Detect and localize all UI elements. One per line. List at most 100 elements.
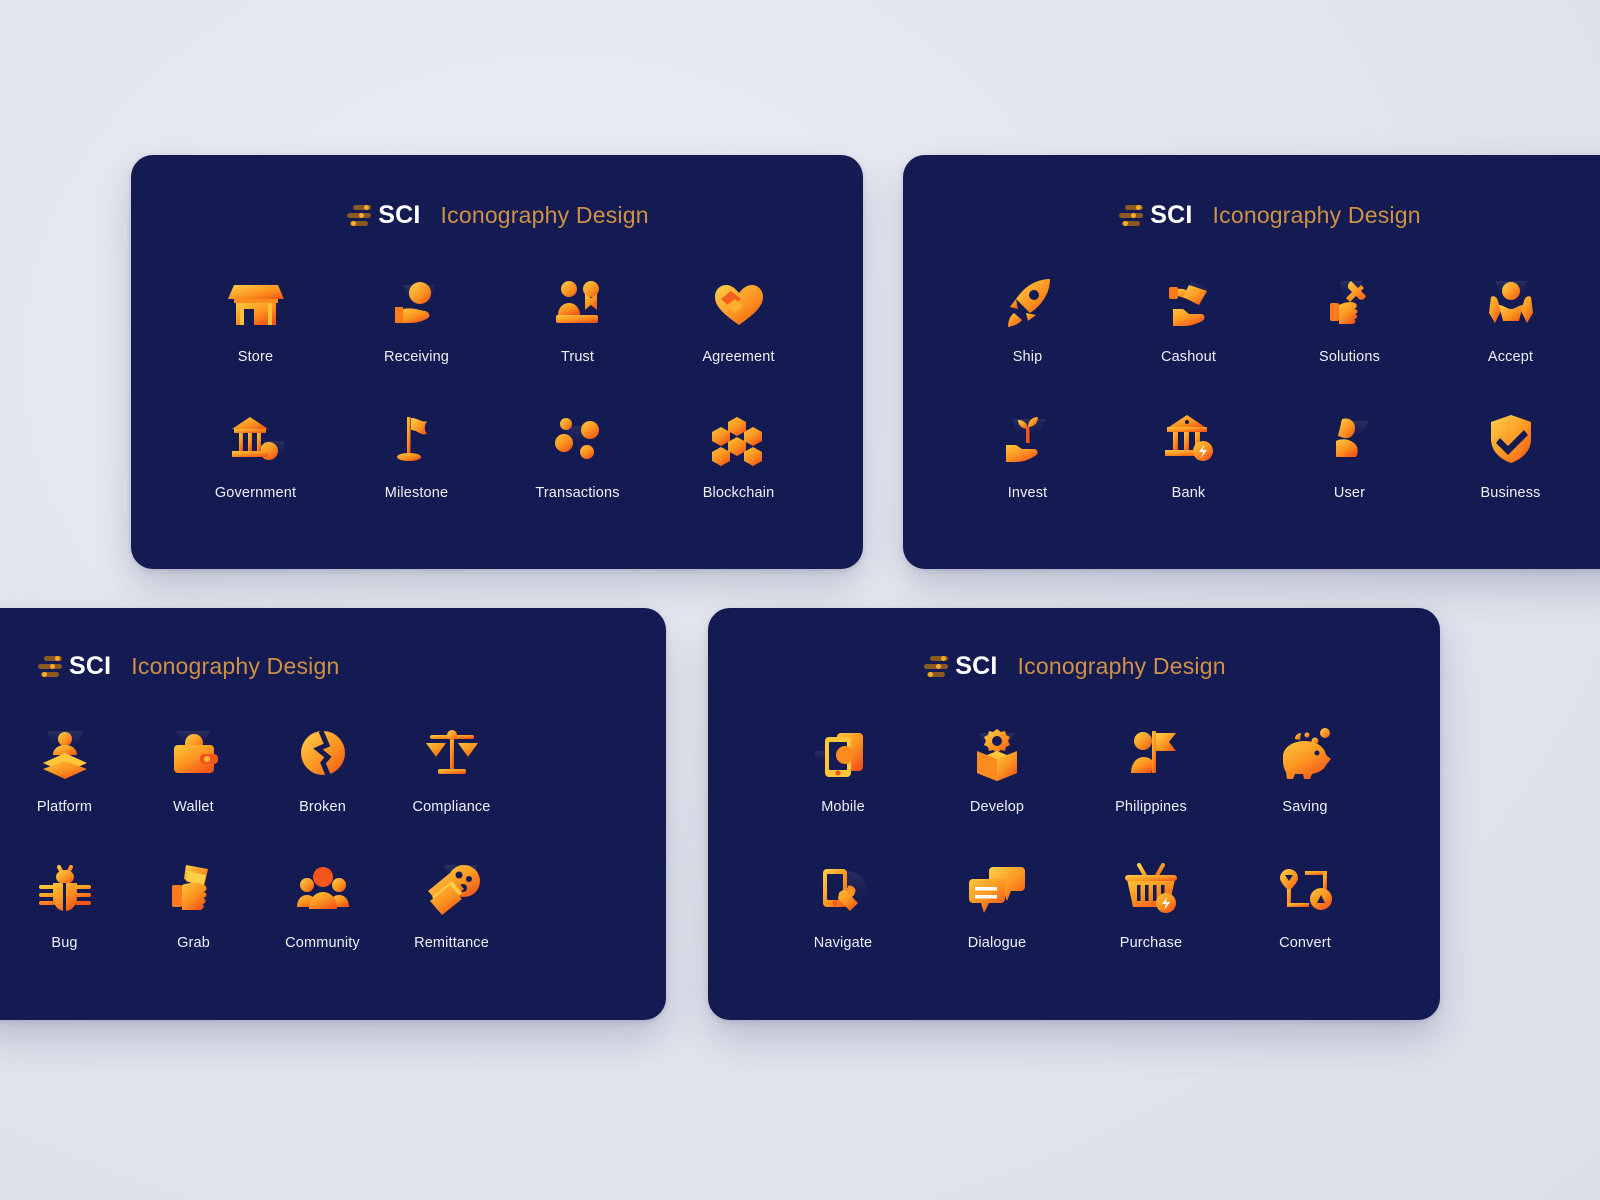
icon-item-grab[interactable]: Grab xyxy=(129,857,258,951)
icon-item-receiving[interactable]: Receiving xyxy=(336,271,497,365)
icon-item-trust[interactable]: Trust xyxy=(497,271,658,365)
icon-item-store[interactable]: Store xyxy=(175,271,336,365)
grab-hand-cash-icon xyxy=(162,857,226,921)
icon-item-wallet[interactable]: Wallet xyxy=(129,721,258,815)
icon-label: Philippines xyxy=(1115,799,1187,815)
icon-item-navigate[interactable]: Navigate xyxy=(766,857,920,951)
poster-canvas: SCI Iconography Design Store Receiving Tru… xyxy=(0,0,1600,1200)
icon-item-dialogue[interactable]: Dialogue xyxy=(920,857,1074,951)
icon-label: Mobile xyxy=(821,799,865,815)
icon-label: Develop xyxy=(969,799,1025,815)
icon-label: Saving xyxy=(1282,799,1328,815)
icon-item-milestone[interactable]: Milestone xyxy=(336,407,497,501)
card-title: Iconography Design xyxy=(1017,652,1226,679)
icon-label: Milestone xyxy=(384,485,449,501)
icon-item-transactions[interactable]: Transactions xyxy=(497,407,658,501)
broken-coin-icon xyxy=(291,721,355,785)
icon-label: Community xyxy=(285,935,360,951)
icon-item-community[interactable]: Community xyxy=(258,857,387,951)
brand: SCI xyxy=(345,202,420,228)
icon-label: Transactions xyxy=(535,485,620,501)
milestone-flag-icon xyxy=(385,407,449,471)
icon-card-1: SCI Iconography Design Store Receiving Tru… xyxy=(131,155,863,569)
icon-card-3: SCI Iconography Design Platform Wallet Bro… xyxy=(0,608,666,1020)
icon-item-convert[interactable]: Convert xyxy=(1228,857,1382,951)
icon-item-remittance[interactable]: Remittance xyxy=(387,857,516,951)
card-header: SCI Iconography Design xyxy=(903,202,1600,228)
icon-label: Platform xyxy=(36,799,93,815)
icon-grid: Platform Wallet Broken Compliance Bug Grab Com… xyxy=(0,721,666,951)
icon-item-saving[interactable]: Saving xyxy=(1228,721,1382,815)
receiving-hand-icon xyxy=(385,271,449,335)
icon-item-invest[interactable]: Invest xyxy=(947,407,1108,501)
icon-item-ship[interactable]: Ship xyxy=(947,271,1108,365)
convert-nodes-icon xyxy=(1273,857,1337,921)
card-title: Iconography Design xyxy=(1212,201,1421,228)
wallet-icon xyxy=(162,721,226,785)
icon-label: Blockchain xyxy=(702,485,775,501)
card-header: SCI Iconography Design xyxy=(131,202,863,228)
store-icon xyxy=(224,271,288,335)
icon-label: Bug xyxy=(51,935,78,951)
brand-name: SCI xyxy=(1150,200,1193,229)
icon-item-develop[interactable]: Develop xyxy=(920,721,1074,815)
philippines-person-flag-icon xyxy=(1119,721,1183,785)
card-header: SCI Iconography Design xyxy=(0,653,666,679)
icon-label: Ship xyxy=(1012,349,1043,365)
bug-icon xyxy=(33,857,97,921)
brand: SCI xyxy=(1117,202,1192,228)
icon-item-government[interactable]: Government xyxy=(175,407,336,501)
icon-label: Broken xyxy=(299,799,346,815)
icon-item-cashout[interactable]: Cashout xyxy=(1108,271,1269,365)
icon-label: Navigate xyxy=(813,935,873,951)
icon-item-solutions[interactable]: Solutions xyxy=(1269,271,1430,365)
icon-item-compliance[interactable]: Compliance xyxy=(387,721,516,815)
icon-label: Convert xyxy=(1279,935,1331,951)
icon-item-bank[interactable]: Bank xyxy=(1108,407,1269,501)
piggy-bank-icon xyxy=(1273,721,1337,785)
user-person-icon xyxy=(1318,407,1382,471)
icon-item-philippines[interactable]: Philippines xyxy=(1074,721,1228,815)
accept-hands-icon xyxy=(1479,271,1543,335)
icon-label: User xyxy=(1333,485,1366,501)
card-title: Iconography Design xyxy=(440,201,649,228)
icon-label: Agreement xyxy=(702,349,775,365)
icon-item-platform[interactable]: Platform xyxy=(0,721,129,815)
icon-item-accept[interactable]: Accept xyxy=(1430,271,1591,365)
sci-bars-logo-icon xyxy=(345,202,372,228)
cashout-hand-money-icon xyxy=(1157,271,1221,335)
icon-label: Store xyxy=(237,349,274,365)
icon-label: Government xyxy=(214,485,297,501)
scales-balance-icon xyxy=(420,721,484,785)
icon-label: Compliance xyxy=(412,799,491,815)
navigate-tap-phone-icon xyxy=(811,857,875,921)
icon-item-agreement[interactable]: Agreement xyxy=(658,271,819,365)
icon-label: Purchase xyxy=(1119,935,1183,951)
card-title: Iconography Design xyxy=(131,652,340,679)
icon-label: Grab xyxy=(177,935,210,951)
icon-label: Receiving xyxy=(383,349,450,365)
sci-bars-logo-icon xyxy=(922,653,949,679)
mobile-phone-icon xyxy=(811,721,875,785)
icon-label: Cashout xyxy=(1160,349,1217,365)
icon-item-mobile[interactable]: Mobile xyxy=(766,721,920,815)
icon-item-purchase[interactable]: Purchase xyxy=(1074,857,1228,951)
government-building-icon xyxy=(224,407,288,471)
develop-box-gear-icon xyxy=(965,721,1029,785)
icon-item-user[interactable]: User xyxy=(1269,407,1430,501)
platform-layers-person-icon xyxy=(33,721,97,785)
purchase-basket-bolt-icon xyxy=(1119,857,1183,921)
icon-item-business[interactable]: Business xyxy=(1430,407,1591,501)
icon-item-broken[interactable]: Broken xyxy=(258,721,387,815)
brand-name: SCI xyxy=(69,651,112,680)
icon-item-blockchain[interactable]: Blockchain xyxy=(658,407,819,501)
community-group-icon xyxy=(291,857,355,921)
sci-bars-logo-icon xyxy=(1117,202,1144,228)
icon-grid: Ship Cashout Solutions Accept Invest Bank User… xyxy=(903,271,1600,501)
remittance-globe-cash-icon xyxy=(420,857,484,921)
icon-label: Remittance xyxy=(414,935,489,951)
icon-item-bug[interactable]: Bug xyxy=(0,857,129,951)
icon-label: Solutions xyxy=(1319,349,1380,365)
icon-card-2: SCI Iconography Design Ship Cashout Soluti… xyxy=(903,155,1600,569)
icon-label: Accept xyxy=(1487,349,1534,365)
